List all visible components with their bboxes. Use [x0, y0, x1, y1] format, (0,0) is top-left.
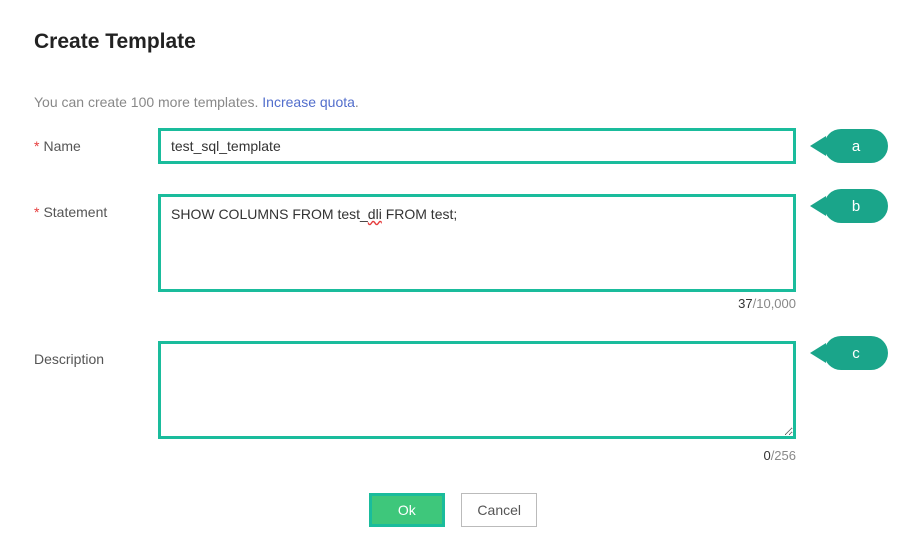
description-counter: 0/256 — [158, 448, 796, 463]
description-label: Description — [34, 341, 158, 367]
quota-text: You can create 100 more templates. Incre… — [34, 94, 872, 110]
cancel-button[interactable]: Cancel — [461, 493, 537, 527]
description-counter-max: /256 — [771, 448, 796, 463]
name-label-text: Name — [43, 138, 80, 154]
name-input[interactable] — [158, 128, 796, 164]
statement-label-text: Statement — [43, 204, 107, 220]
callout-c: c — [824, 336, 888, 370]
quota-suffix: . — [355, 94, 359, 110]
increase-quota-link[interactable]: Increase quota — [262, 94, 355, 110]
description-counter-current: 0 — [763, 448, 770, 463]
statement-text-err: dli — [368, 206, 382, 222]
statement-text-pre: SHOW COLUMNS FROM test_ — [171, 206, 368, 222]
ok-button[interactable]: Ok — [369, 493, 445, 527]
required-star-icon: * — [34, 138, 39, 154]
statement-counter-max: /10,000 — [753, 296, 796, 311]
statement-label: *Statement — [34, 194, 158, 220]
callout-a: a — [824, 129, 888, 163]
callout-b: b — [824, 189, 888, 223]
quota-prefix: You can create 100 more templates. — [34, 94, 262, 110]
page-title: Create Template — [34, 30, 872, 54]
statement-counter: 37/10,000 — [158, 296, 796, 311]
description-input[interactable] — [158, 341, 796, 439]
statement-text-post: FROM test; — [382, 206, 457, 222]
description-label-text: Description — [34, 351, 104, 367]
required-star-icon: * — [34, 204, 39, 220]
statement-counter-current: 37 — [738, 296, 752, 311]
statement-input[interactable]: SHOW COLUMNS FROM test_dli FROM test; — [158, 194, 796, 292]
name-label: *Name — [34, 128, 158, 154]
